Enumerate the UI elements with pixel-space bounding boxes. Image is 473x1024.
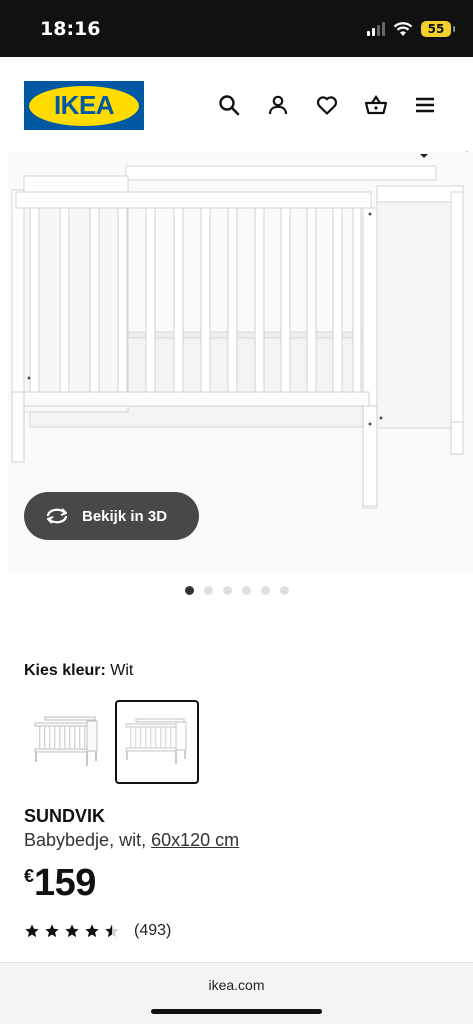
product-name: SUNDVIK [24,806,106,826]
user-icon[interactable] [266,93,290,117]
color-picker-label: Kies kleur: Wit [24,662,133,680]
color-option-selected[interactable] [115,700,199,784]
basket-icon[interactable] [364,93,388,117]
product-description: Babybedje, wit, 60x120 cm [24,830,239,851]
signal-icon [367,22,385,36]
product-description-text: Babybedje, wit, [24,830,147,850]
status-bar: 18:16 55 [0,0,473,57]
gallery-dot[interactable] [184,586,194,595]
search-icon[interactable] [217,93,241,117]
star-icon [65,924,79,938]
gallery-dot[interactable] [279,586,289,595]
product-price: € 159 [24,862,96,905]
gallery-dot[interactable] [203,586,213,595]
heart-icon[interactable] [315,93,339,117]
product-size-link[interactable]: 60x120 cm [151,830,239,850]
gallery-dot[interactable] [222,586,232,595]
browser-domain[interactable]: ikea.com [0,977,473,993]
color-selected-value: Wit [110,662,134,679]
menu-icon[interactable] [413,93,437,117]
header-nav [217,93,437,117]
rotate-3d-icon [46,508,68,524]
status-time: 18:16 [40,18,101,40]
gallery-pagination [0,586,473,595]
site-header: IKEA [0,57,473,243]
gallery-dot[interactable] [260,586,270,595]
logo-text: IKEA [53,90,115,120]
star-icon [45,924,59,938]
status-icons: 55 [367,19,455,39]
review-count[interactable]: (493) [134,922,171,940]
home-indicator [151,1009,322,1014]
ikea-logo[interactable]: IKEA [24,81,144,130]
crib-thumbnail [34,716,98,766]
battery-icon: 55 [421,21,455,37]
view-in-3d-button[interactable]: Bekijk in 3D [24,492,199,540]
price-currency: € [24,866,35,886]
star-icon [85,924,99,938]
color-label-text: Kies kleur: [24,662,106,679]
product-rating[interactable]: (493) [24,922,171,940]
browser-address-bar[interactable]: ikea.com [0,962,473,1024]
gallery-dot[interactable] [241,586,251,595]
star-half-icon [105,924,119,938]
view-in-3d-label: Bekijk in 3D [82,507,168,525]
price-value: 159 [34,862,96,904]
color-option[interactable] [24,700,108,784]
star-icon [25,924,39,938]
crib-thumbnail [125,718,187,764]
wifi-icon [393,21,413,36]
